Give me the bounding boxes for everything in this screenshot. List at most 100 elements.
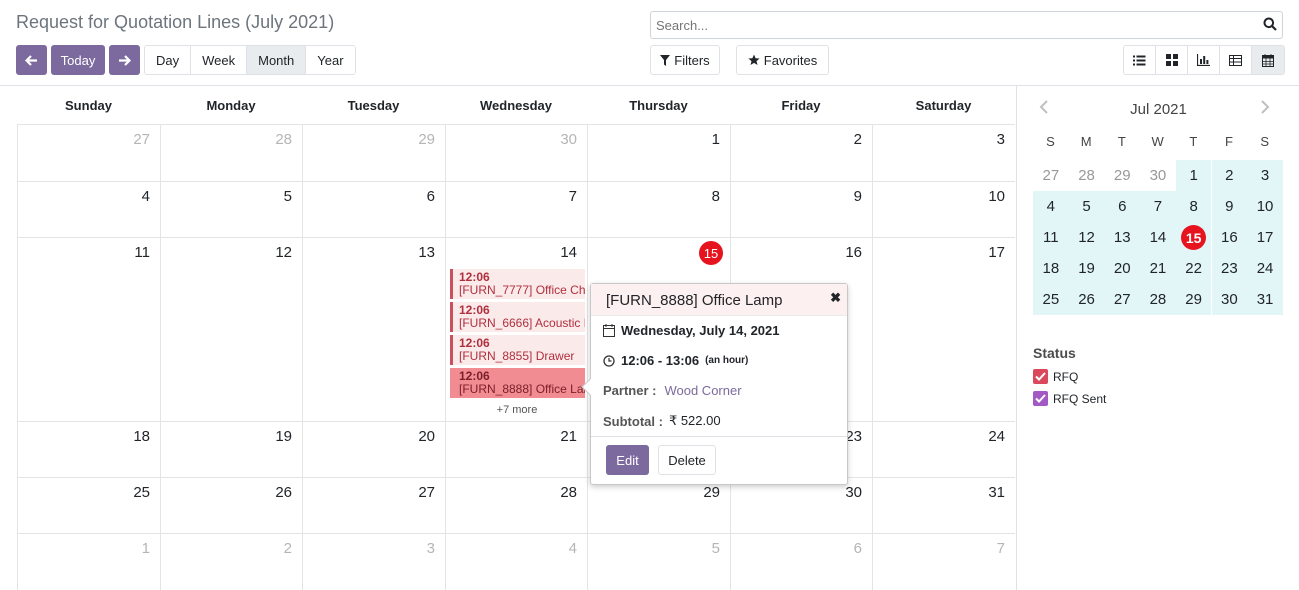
day-cell[interactable]: 28 [160,124,302,181]
day-cell[interactable]: 3 [872,124,1015,181]
search-input[interactable] [651,12,1251,38]
mini-day[interactable]: 20 [1104,253,1141,284]
day-cell[interactable]: 2 [160,533,302,590]
day-cell[interactable]: 5 [160,181,302,237]
day-cell[interactable]: 14 12:06 [FURN_7777] Office Chair 12:06 [FUR… [445,237,587,421]
mini-day[interactable]: 22 [1175,253,1212,284]
delete-button[interactable]: Delete [658,445,716,475]
favorites-button[interactable]: Favorites [736,45,829,75]
day-cell[interactable]: 29 [587,477,730,533]
day-cell[interactable]: 24 [872,421,1015,477]
day-cell[interactable]: 10 [872,181,1015,237]
mini-day[interactable]: 5 [1068,191,1105,222]
kanban-view-icon[interactable] [1156,46,1188,74]
partner-link[interactable]: Wood Corner [664,383,741,398]
scale-year-button[interactable]: Year [306,46,355,74]
mini-day[interactable]: 28 [1140,284,1176,315]
day-cell[interactable]: 29 [302,124,445,181]
mini-day[interactable]: 31 [1247,284,1283,315]
day-cell[interactable]: 8 [587,181,730,237]
day-cell[interactable]: 9 [730,181,872,237]
search-icon[interactable] [1263,17,1277,34]
checkbox-checked-icon[interactable] [1033,391,1048,406]
mini-day[interactable]: 3 [1247,160,1283,191]
day-cell[interactable]: 19 [160,421,302,477]
filters-button[interactable]: Filters [650,45,720,75]
mini-day[interactable]: 26 [1068,284,1105,315]
day-cell[interactable]: 12 [160,237,302,421]
edit-button[interactable]: Edit [606,445,649,475]
mini-day[interactable]: 19 [1068,253,1105,284]
day-cell[interactable]: 30 [730,477,872,533]
scale-month-button[interactable]: Month [247,46,307,74]
checkbox-checked-icon[interactable] [1033,369,1048,384]
day-cell[interactable]: 30 [445,124,587,181]
mini-day[interactable]: 14 [1140,222,1176,253]
day-cell[interactable]: 28 [445,477,587,533]
day-cell[interactable]: 26 [160,477,302,533]
list-view-icon[interactable] [1124,46,1156,74]
day-cell[interactable]: 6 [730,533,872,590]
status-filter-rfq-sent[interactable]: RFQ Sent [1033,391,1106,406]
mini-day[interactable]: 6 [1104,191,1141,222]
day-cell[interactable]: 1 [17,533,160,590]
day-cell[interactable]: 4 [445,533,587,590]
mini-day[interactable]: 21 [1140,253,1176,284]
calendar-view-icon[interactable] [1252,46,1284,74]
mini-day[interactable]: 1 [1175,160,1212,191]
day-cell[interactable]: 31 [872,477,1015,533]
day-cell[interactable]: 11 [17,237,160,421]
day-cell[interactable]: 27 [17,124,160,181]
mini-day[interactable]: 4 [1033,191,1069,222]
day-cell[interactable]: 6 [302,181,445,237]
mini-day[interactable]: 29 [1175,284,1212,315]
day-cell[interactable]: 20 [302,421,445,477]
pivot-view-icon[interactable] [1220,46,1252,74]
day-cell[interactable]: 2 [730,124,872,181]
mini-day[interactable]: 9 [1211,191,1248,222]
close-icon[interactable]: ✖ [830,290,841,306]
more-events-link[interactable]: +7 more [446,404,588,416]
mini-day[interactable]: 27 [1033,160,1069,191]
mini-day[interactable]: 13 [1104,222,1141,253]
mini-day[interactable]: 29 [1104,160,1140,191]
day-cell[interactable]: 13 [302,237,445,421]
day-cell[interactable]: 3 [302,533,445,590]
mini-day[interactable]: 25 [1033,284,1069,315]
day-cell[interactable]: 1 [587,124,730,181]
mini-day[interactable]: 30 [1140,160,1176,191]
today-button[interactable]: Today [51,45,105,75]
status-filter-rfq[interactable]: RFQ [1033,369,1078,384]
mini-day[interactable]: 8 [1175,191,1212,222]
mini-day[interactable]: 23 [1211,253,1248,284]
scale-week-button[interactable]: Week [191,46,248,74]
mini-day[interactable]: 17 [1247,222,1283,253]
day-cell[interactable]: 18 [17,421,160,477]
mini-day[interactable]: 12 [1068,222,1105,253]
mini-day[interactable]: 10 [1247,191,1283,222]
scale-day-button[interactable]: Day [145,46,192,74]
next-button[interactable] [109,45,140,75]
calendar-event[interactable]: 12:06[FURN_6666] Acoustic Bloc Screens [450,302,585,332]
day-cell[interactable]: 21 [445,421,587,477]
mini-day[interactable]: 28 [1069,160,1105,191]
day-cell[interactable]: 27 [302,477,445,533]
mini-day[interactable]: 15 [1175,222,1212,253]
mini-day[interactable]: 30 [1211,284,1248,315]
mini-day[interactable]: 16 [1211,222,1248,253]
mini-day[interactable]: 2 [1211,160,1248,191]
previous-button[interactable] [16,45,47,75]
calendar-event[interactable]: 12:06[FURN_8888] Office Lamp [450,368,585,398]
mini-next-icon[interactable] [1260,100,1270,119]
calendar-event[interactable]: 12:06 [FURN_8855] Drawer [450,335,585,365]
day-cell[interactable]: 4 [17,181,160,237]
day-cell[interactable]: 17 [872,237,1015,421]
mini-day[interactable]: 27 [1104,284,1141,315]
calendar-event[interactable]: 12:06 [FURN_7777] Office Chair [450,269,585,299]
mini-day[interactable]: 7 [1140,191,1176,222]
graph-view-icon[interactable] [1188,46,1220,74]
day-cell[interactable]: 7 [445,181,587,237]
mini-day[interactable]: 24 [1247,253,1283,284]
day-cell[interactable]: 5 [587,533,730,590]
mini-day[interactable]: 18 [1033,253,1069,284]
